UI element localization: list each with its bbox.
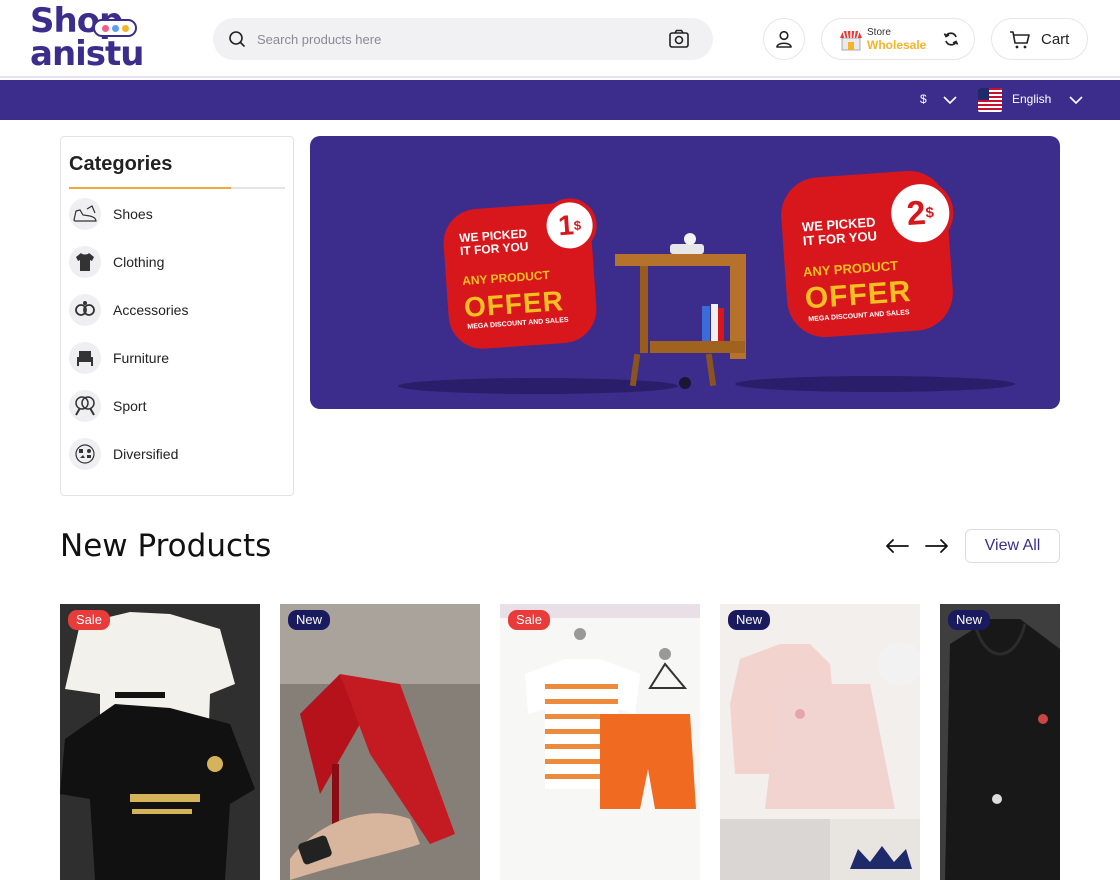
offer-card-right: WE PICKED IT FOR YOU ANY PRODUCT OFFER M… — [778, 168, 956, 340]
categories-panel: Categories Shoes Clothing Accessories Fu… — [60, 136, 294, 496]
account-button[interactable] — [763, 18, 805, 60]
store-wholesale-toggle[interactable]: Store Wholesale — [821, 18, 975, 60]
us-flag-icon[interactable] — [978, 88, 1002, 112]
new-badge: New — [288, 610, 331, 630]
category-label: Diversified — [113, 446, 179, 462]
wholesale-label: Wholesale — [867, 38, 927, 52]
product-card[interactable]: New — [720, 604, 920, 880]
offer-card-left-any: ANY PRODUCT — [461, 267, 551, 289]
kids-striped-outfit-photo — [500, 604, 700, 880]
category-item-shoes[interactable]: Shoes — [69, 194, 287, 234]
new-badge: New — [728, 610, 771, 630]
shoe-icon — [69, 198, 101, 230]
new-products-title: New Products — [60, 528, 272, 564]
carousel-dot[interactable] — [679, 377, 691, 389]
new-badge: New — [948, 610, 991, 630]
top-band: $ — [0, 80, 1120, 120]
product-card[interactable]: New — [280, 604, 480, 880]
categories-title: Categories — [69, 153, 173, 175]
product-card[interactable]: New — [940, 604, 1060, 880]
language-selector[interactable]: English — [1012, 92, 1051, 106]
category-item-furniture[interactable]: Furniture — [69, 338, 287, 378]
view-all-button[interactable]: View All — [965, 529, 1060, 563]
category-label: Shoes — [113, 206, 153, 222]
product-card[interactable]: Sale — [60, 604, 260, 880]
search-bar[interactable] — [213, 18, 713, 60]
arrow-right-icon[interactable] — [924, 538, 950, 554]
cart-button[interactable]: Cart — [991, 18, 1088, 60]
categories-underline — [69, 187, 285, 189]
cart-icon — [1010, 31, 1030, 49]
red-heels-photo — [280, 604, 480, 880]
hero-banner[interactable]: WE PICKED IT FOR YOU ANY PRODUCT OFFER M… — [310, 136, 1060, 409]
store-icon — [840, 30, 862, 51]
diversified-icon — [69, 438, 101, 470]
clothing-icon — [69, 246, 101, 278]
store-label: Store — [867, 27, 891, 38]
furniture-icon — [69, 342, 101, 374]
chevron-down-icon[interactable] — [943, 95, 957, 105]
sport-icon — [69, 390, 101, 422]
arrow-left-icon[interactable] — [884, 538, 910, 554]
search-icon[interactable] — [227, 29, 247, 49]
category-label: Accessories — [113, 302, 189, 318]
search-input[interactable] — [257, 26, 637, 52]
offer-card-left-headline: WE PICKED IT FOR YOU — [458, 226, 529, 259]
category-label: Furniture — [113, 350, 170, 366]
category-item-diversified[interactable]: Diversified — [69, 434, 287, 474]
user-icon — [776, 30, 792, 48]
black-hoodie-photo — [940, 604, 1060, 880]
category-item-sport[interactable]: Sport — [69, 386, 287, 426]
category-item-clothing[interactable]: Clothing — [69, 242, 287, 282]
camera-search-icon[interactable] — [667, 27, 691, 51]
offer-card-left: WE PICKED IT FOR YOU ANY PRODUCT OFFER M… — [441, 196, 599, 351]
product-card[interactable]: Sale — [500, 604, 700, 880]
category-item-accessories[interactable]: Accessories — [69, 290, 287, 330]
sale-badge: Sale — [508, 610, 551, 630]
football-jerseys-photo — [60, 604, 260, 880]
brand-logo-line2: anistu — [30, 34, 144, 74]
brand-logo[interactable]: Shop anistu — [30, 4, 166, 74]
offer-card-right-headline: WE PICKED IT FOR YOU — [801, 214, 878, 249]
cart-label: Cart — [1041, 31, 1070, 48]
category-label: Clothing — [113, 254, 165, 270]
sale-badge: Sale — [68, 610, 111, 630]
chevron-down-icon[interactable] — [1069, 95, 1083, 105]
girls-pink-dress-photo — [720, 604, 920, 880]
top-header: Shop anistu Store Wholesale Cart — [0, 0, 1120, 78]
accessories-icon — [69, 294, 101, 326]
switch-icon[interactable] — [942, 30, 960, 48]
currency-selector[interactable]: $ — [920, 92, 927, 106]
category-label: Sport — [113, 398, 147, 414]
